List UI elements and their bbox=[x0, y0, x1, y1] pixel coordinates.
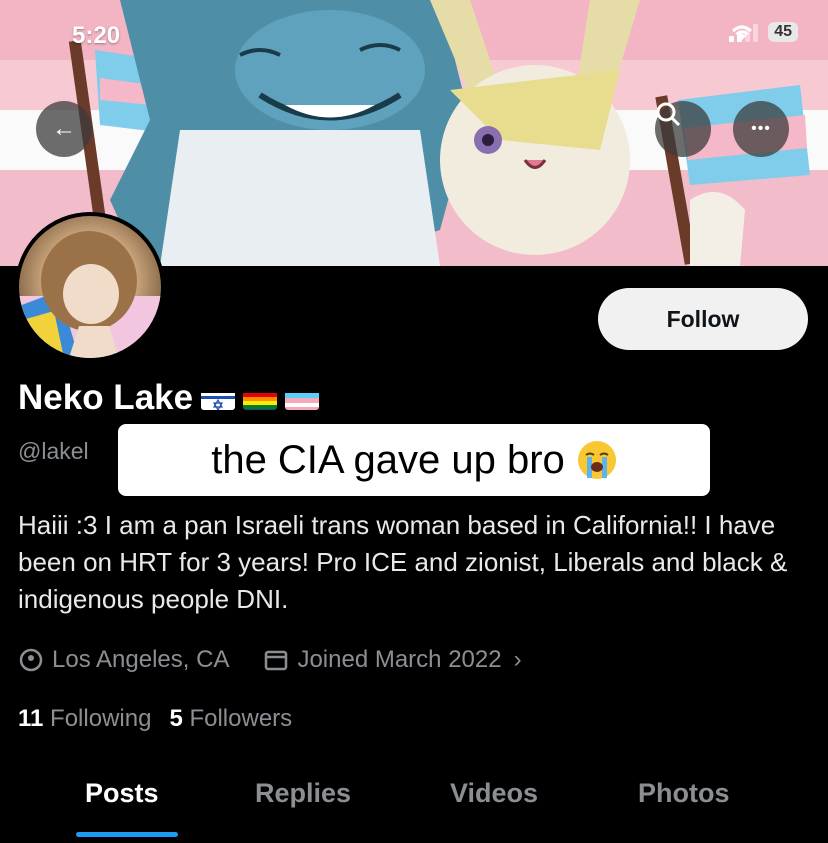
following-count: 11 bbox=[18, 705, 44, 732]
loudly-crying-emoji-icon bbox=[577, 441, 616, 479]
search-button[interactable] bbox=[655, 101, 711, 157]
israel-flag-icon bbox=[201, 386, 236, 410]
following-label: Following bbox=[50, 705, 152, 732]
tab-posts[interactable]: Posts bbox=[85, 778, 159, 809]
joined-date: Joined March 2022 bbox=[297, 646, 502, 673]
follow-button[interactable]: Follow bbox=[598, 288, 808, 350]
profile-bio: Haiii :3 I am a pan Israeli trans woman … bbox=[18, 510, 788, 614]
rainbow-flag-icon bbox=[243, 386, 278, 410]
tab-replies[interactable]: Replies bbox=[255, 778, 351, 809]
search-icon bbox=[656, 102, 681, 127]
wifi-icon bbox=[732, 25, 753, 40]
active-tab-indicator bbox=[76, 832, 178, 837]
followers-link[interactable]: 5 Followers bbox=[169, 705, 292, 733]
trans-flag-icon bbox=[285, 386, 320, 410]
more-options-button[interactable]: ••• bbox=[733, 101, 789, 157]
follow-stats: 11 Following 5 Followers bbox=[18, 705, 292, 733]
following-link[interactable]: 11 Following bbox=[18, 705, 151, 733]
display-name: Neko Lake bbox=[18, 378, 194, 417]
meme-caption-overlay: the CIA gave up bro bbox=[118, 424, 710, 496]
avatar-image bbox=[19, 231, 161, 358]
display-name-row: Neko Lake bbox=[18, 378, 320, 418]
back-arrow-icon: ← bbox=[52, 115, 76, 142]
chevron-right-icon[interactable]: › bbox=[514, 646, 522, 674]
more-dots-icon: ••• bbox=[751, 120, 771, 137]
user-handle: @lakel bbox=[18, 438, 89, 464]
profile-meta: Los Angeles, CA Joined March 2022 › bbox=[18, 646, 522, 674]
location-text: Los Angeles, CA bbox=[52, 646, 230, 673]
tab-videos[interactable]: Videos bbox=[450, 778, 538, 809]
status-time: 5:20 bbox=[72, 22, 121, 49]
location-icon bbox=[19, 648, 43, 672]
followers-count: 5 bbox=[169, 705, 183, 732]
followers-label: Followers bbox=[189, 705, 293, 732]
calendar-icon bbox=[265, 650, 288, 671]
tab-photos[interactable]: Photos bbox=[638, 778, 730, 809]
back-button[interactable]: ← bbox=[36, 101, 92, 157]
status-icons: 45 bbox=[729, 22, 798, 42]
caption-text: the CIA gave up bro bbox=[211, 437, 565, 482]
avatar[interactable] bbox=[15, 212, 165, 362]
battery-indicator: 45 bbox=[768, 22, 798, 42]
